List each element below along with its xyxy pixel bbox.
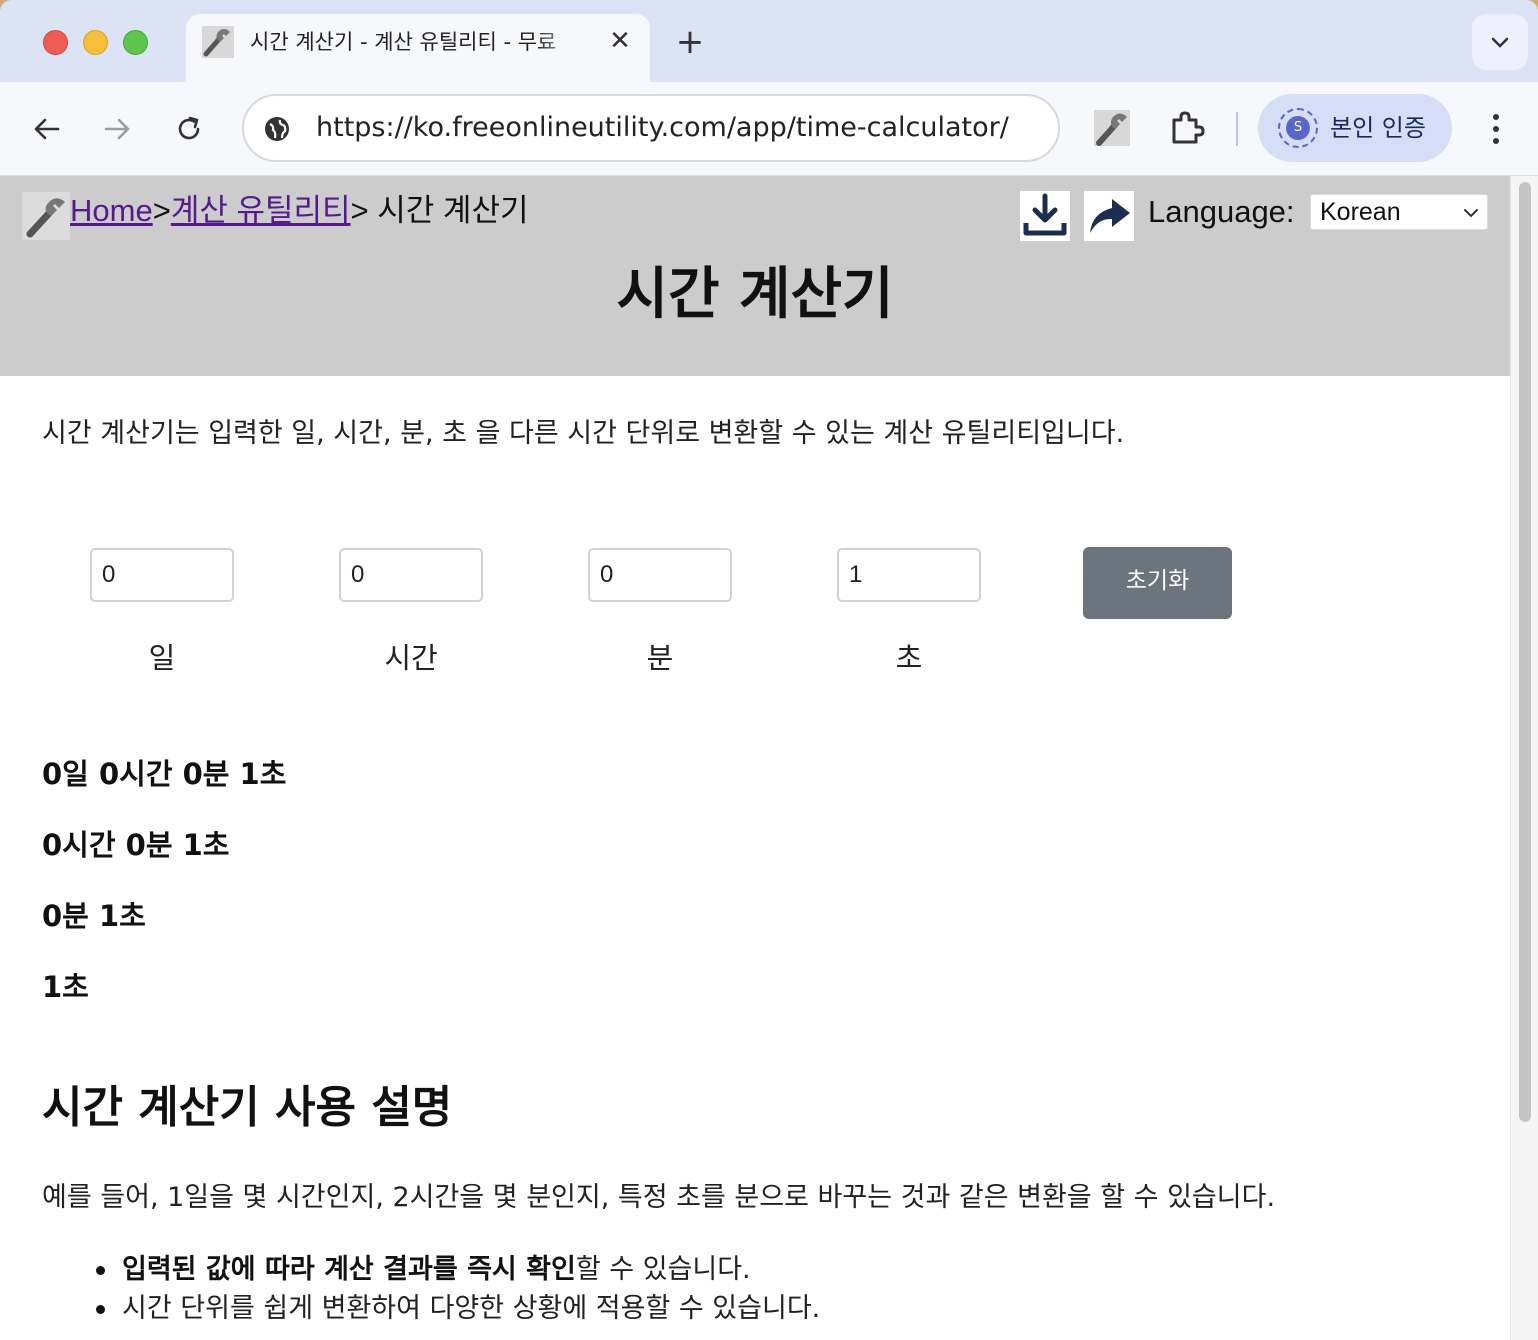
result-minutes-format: 0분 1초 bbox=[42, 899, 146, 933]
result-days-format: 0일 0시간 0분 1초 bbox=[42, 757, 287, 791]
chevron-down-icon bbox=[1464, 209, 1478, 218]
tab-title-fade bbox=[536, 24, 586, 60]
page-scrollbar[interactable] bbox=[1510, 176, 1538, 1340]
wrench-favicon-icon bbox=[202, 26, 234, 58]
zoom-window-button[interactable] bbox=[123, 30, 148, 55]
language-select-value: Korean bbox=[1320, 198, 1401, 226]
scrollbar-thumb[interactable] bbox=[1519, 182, 1531, 1122]
browser-toolbar: https://ko.freeonlineutility.com/app/tim… bbox=[0, 82, 1538, 176]
close-window-button[interactable] bbox=[43, 30, 68, 55]
kebab-menu-icon bbox=[1493, 114, 1499, 144]
list-item: 입력된 값에 따라 계산 결과를 즉시 확인할 수 있습니다. bbox=[94, 1250, 820, 1289]
page-content: Home>계산 유틸리티> 시간 계산기 Language: Korean 시간… bbox=[0, 176, 1510, 1340]
page-title: 시간 계산기 bbox=[616, 262, 894, 327]
result-hours-format: 0시간 0분 1초 bbox=[42, 828, 230, 862]
tab-close-icon[interactable]: ✕ bbox=[604, 26, 636, 58]
usage-bullet-list: 입력된 값에 따라 계산 결과를 즉시 확인할 수 있습니다. 시간 단위를 쉽… bbox=[94, 1250, 820, 1328]
seconds-input[interactable]: 1 bbox=[837, 548, 981, 602]
site-info-icon[interactable] bbox=[262, 114, 292, 144]
breadcrumb-current: 시간 계산기 bbox=[368, 193, 529, 228]
breadcrumb-category-link[interactable]: 계산 유틸리티 bbox=[171, 193, 351, 228]
avatar-initial: S bbox=[1286, 116, 1310, 140]
language-label: Language: bbox=[1148, 194, 1295, 229]
reset-button[interactable]: 초기화 bbox=[1083, 547, 1232, 619]
tab-strip: 시간 계산기 - 계산 유틸리티 - 무료 ✕ + bbox=[0, 0, 1538, 84]
reload-icon bbox=[178, 116, 200, 140]
list-item: 시간 단위를 쉽게 변환하여 다양한 상황에 적용할 수 있습니다. bbox=[94, 1289, 820, 1328]
avatar: S bbox=[1278, 108, 1318, 148]
minutes-input[interactable]: 0 bbox=[588, 548, 732, 602]
site-header: Home>계산 유틸리티> 시간 계산기 Language: Korean 시간… bbox=[0, 176, 1510, 376]
forward-button[interactable] bbox=[94, 106, 140, 152]
address-bar[interactable]: https://ko.freeonlineutility.com/app/tim… bbox=[242, 94, 1060, 162]
list-item-text: 할 수 있습니다. bbox=[575, 1254, 751, 1285]
usage-text: 예를 들어, 1일을 몇 시간인지, 2시간을 몇 분인지, 특정 초를 분으로… bbox=[42, 1182, 1276, 1213]
tab-search-button[interactable] bbox=[1472, 14, 1528, 70]
breadcrumb-separator: > bbox=[350, 193, 369, 228]
browser-menu-button[interactable] bbox=[1476, 106, 1516, 152]
minimize-window-button[interactable] bbox=[83, 30, 108, 55]
breadcrumb-home-link[interactable]: Home bbox=[70, 193, 153, 228]
back-arrow-icon bbox=[34, 118, 60, 140]
share-icon[interactable] bbox=[1084, 191, 1134, 241]
minutes-label: 분 bbox=[646, 641, 674, 675]
breadcrumb-separator: > bbox=[152, 193, 171, 228]
profile-button[interactable]: S 본인 인증 bbox=[1258, 94, 1452, 162]
tab-title: 시간 계산기 - 계산 유틸리티 - 무료 bbox=[250, 30, 557, 54]
reload-button[interactable] bbox=[166, 106, 212, 152]
url-text[interactable]: https://ko.freeonlineutility.com/app/tim… bbox=[316, 110, 1009, 146]
puzzle-icon[interactable] bbox=[1166, 108, 1206, 148]
hours-label: 시간 bbox=[384, 641, 438, 675]
hours-input[interactable]: 0 bbox=[339, 548, 483, 602]
list-item-bold: 입력된 값에 따라 계산 결과를 즉시 확인 bbox=[122, 1254, 576, 1285]
browser-window: 시간 계산기 - 계산 유틸리티 - 무료 ✕ + https://ko.fre… bbox=[0, 0, 1538, 1340]
seconds-label: 초 bbox=[895, 641, 923, 675]
language-select[interactable]: Korean bbox=[1310, 194, 1488, 230]
usage-heading: 시간 계산기 사용 설명 bbox=[42, 1082, 453, 1133]
result-seconds-format: 1초 bbox=[42, 970, 89, 1004]
days-label: 일 bbox=[148, 641, 176, 675]
breadcrumb: Home>계산 유틸리티> 시간 계산기 bbox=[70, 190, 528, 232]
back-button[interactable] bbox=[24, 106, 70, 152]
intro-text: 시간 계산기는 입력한 일, 시간, 분, 초 을 다른 시간 단위로 변환할 … bbox=[42, 418, 1125, 449]
site-logo-icon[interactable] bbox=[22, 192, 70, 240]
active-tab[interactable]: 시간 계산기 - 계산 유틸리티 - 무료 ✕ bbox=[186, 14, 650, 84]
new-tab-button[interactable]: + bbox=[670, 24, 710, 64]
toolbar-separator bbox=[1236, 112, 1238, 146]
days-input[interactable]: 0 bbox=[90, 548, 234, 602]
profile-label: 본인 인증 bbox=[1330, 114, 1426, 142]
chevron-down-icon bbox=[1491, 37, 1509, 48]
list-item-text: 시간 단위를 쉽게 변환하여 다양한 상황에 적용할 수 있습니다. bbox=[122, 1293, 821, 1324]
download-icon[interactable] bbox=[1020, 191, 1070, 241]
wrench-extension-icon[interactable] bbox=[1092, 108, 1132, 148]
forward-arrow-icon bbox=[104, 118, 130, 140]
